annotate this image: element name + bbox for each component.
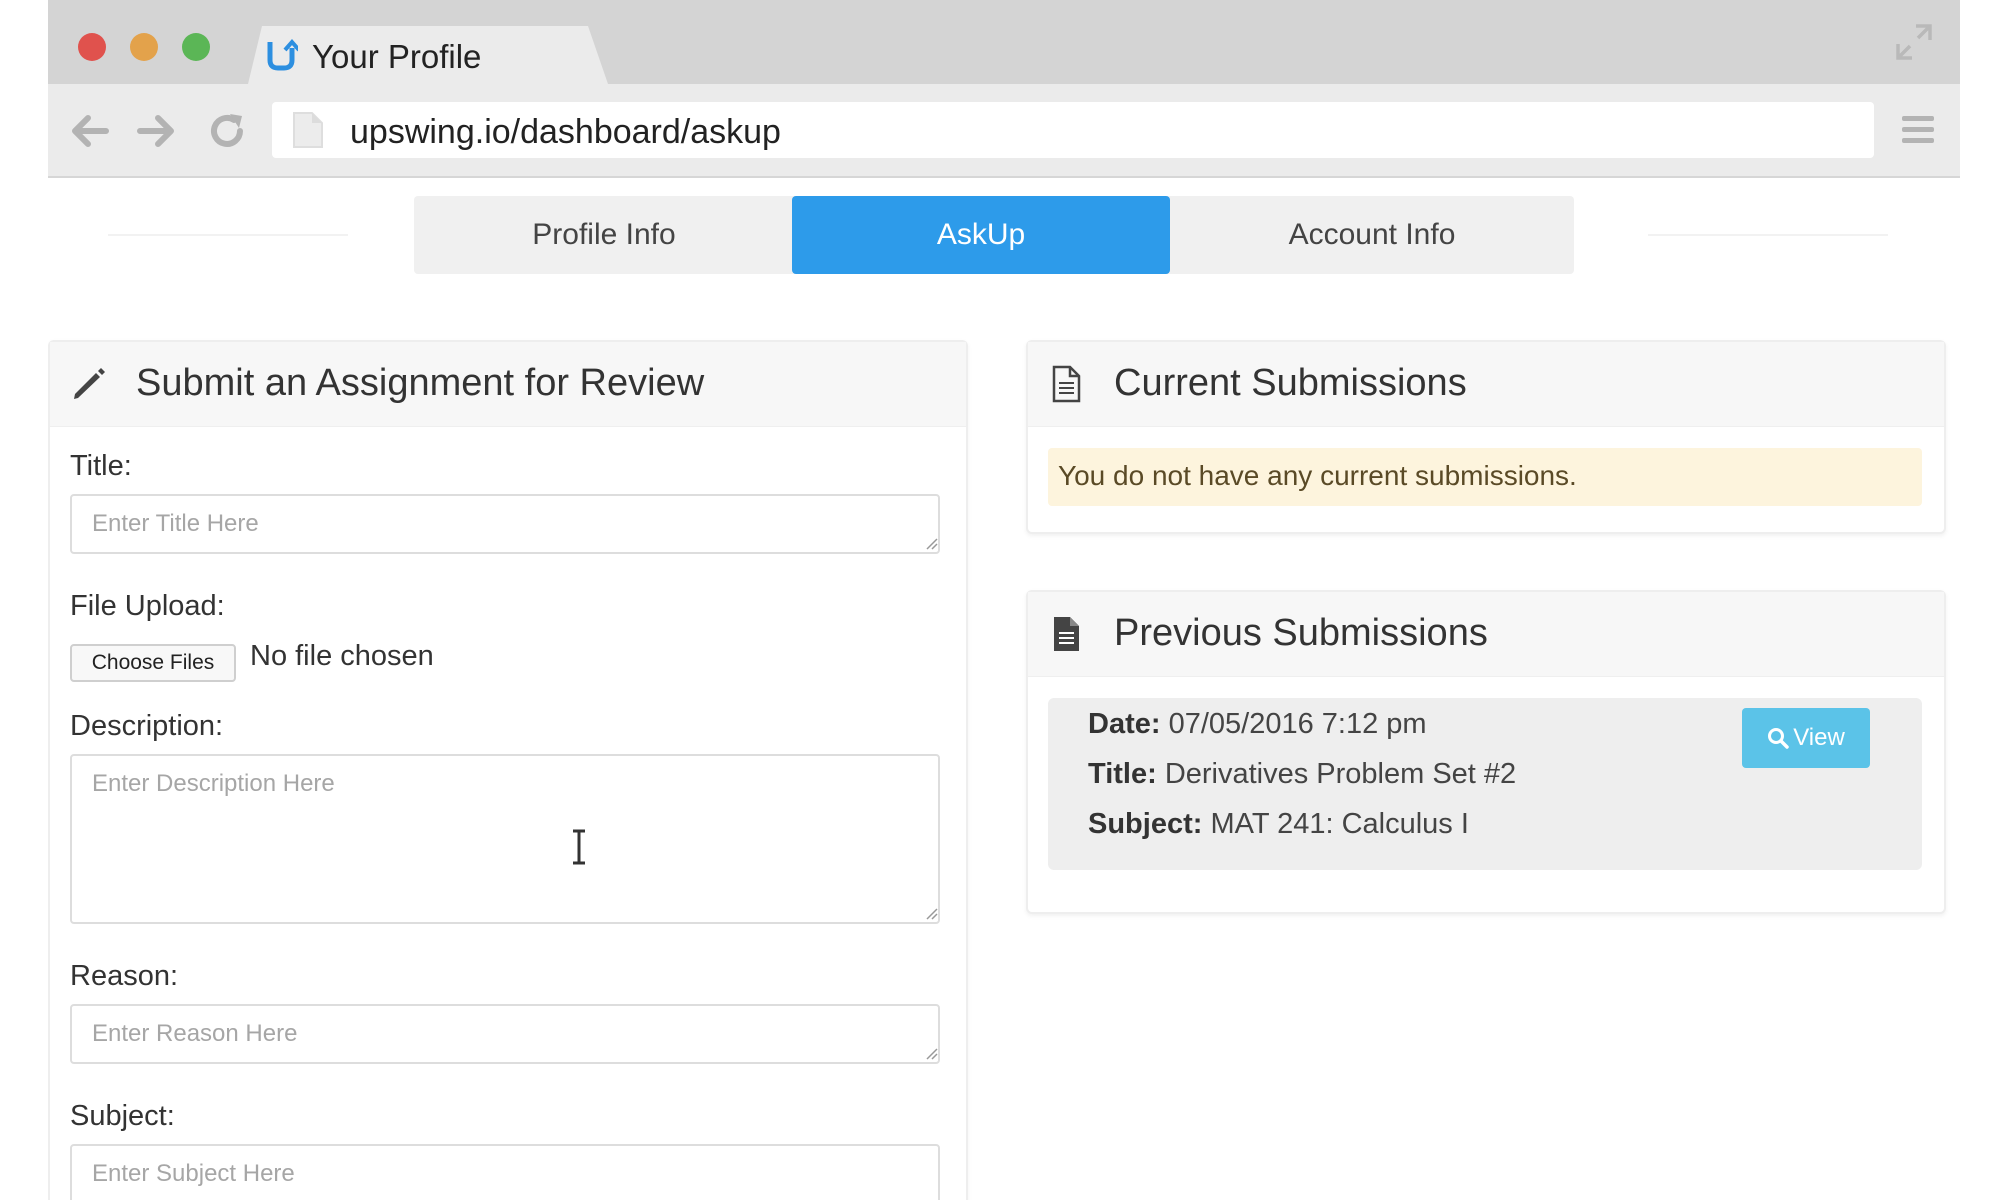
page-icon [293,112,323,148]
file-status: No file chosen [250,640,434,672]
browser-titlebar: Your Profile [48,0,1960,84]
divider [108,234,348,236]
description-textarea[interactable] [70,754,940,924]
panel-header: Submit an Assignment for Review [50,342,966,427]
address-bar[interactable]: upswing.io/dashboard/askup [272,102,1874,158]
reload-icon[interactable] [206,110,248,152]
browser-tab[interactable]: Your Profile [248,26,608,84]
tab-askup[interactable]: AskUp [792,196,1170,274]
document-filled-icon [1054,617,1079,651]
submission-title: Title: Derivatives Problem Set #2 [1088,758,1516,791]
upswing-logo-icon [267,38,298,71]
profile-tabs: Profile Info AskUp Account Info [414,196,1574,274]
alert-message: You do not have any current submissions. [1058,460,1577,491]
title-input[interactable] [70,494,940,554]
tab-account-info[interactable]: Account Info [1170,196,1574,274]
reason-label: Reason: [70,960,179,992]
reason-input[interactable] [70,1004,940,1064]
divider [1648,234,1888,236]
subject-label: Subject: [1088,808,1203,840]
back-arrow-icon[interactable] [68,110,110,152]
maximize-window-button[interactable] [182,33,210,61]
subject-label: Subject: [70,1100,175,1132]
submission-card: Date: 07/05/2016 7:12 pm Title: Derivati… [1048,698,1922,870]
empty-submissions-alert: You do not have any current submissions. [1048,448,1922,506]
subject-value: MAT 241: Calculus I [1210,808,1469,840]
page-content: Profile Info AskUp Account Info Submit a… [48,178,1960,1200]
panel-header: Previous Submissions [1028,592,1944,677]
previous-submissions-panel: Previous Submissions Date: 07/05/2016 7:… [1026,590,1946,914]
panel-title: Current Submissions [1114,362,1467,404]
title-label: Title: [1088,758,1157,790]
panel-header: Current Submissions [1028,342,1944,427]
submit-assignment-panel: Submit an Assignment for Review Title: F… [48,340,968,1200]
search-icon [1768,728,1789,749]
submission-subject: Subject: MAT 241: Calculus I [1088,808,1469,841]
file-upload-label: File Upload: [70,590,225,622]
browser-window: Your Profile upswing.io/dashboard/askup [48,0,1960,1200]
browser-toolbar: upswing.io/dashboard/askup [48,84,1960,178]
fullscreen-expand-icon[interactable] [1894,22,1934,62]
tab-profile-info[interactable]: Profile Info [414,196,794,274]
choose-files-button[interactable]: Choose Files [70,644,236,682]
subject-input[interactable] [70,1144,940,1200]
minimize-window-button[interactable] [130,33,158,61]
url-text: upswing.io/dashboard/askup [350,113,781,151]
view-label: View [1793,724,1845,751]
date-value: 07/05/2016 7:12 pm [1168,708,1427,740]
current-submissions-panel: Current Submissions You do not have any … [1026,340,1946,534]
forward-arrow-icon[interactable] [136,110,178,152]
date-label: Date: [1088,708,1161,740]
panel-title: Previous Submissions [1114,612,1488,654]
hamburger-menu-icon[interactable] [1900,112,1936,148]
document-outline-icon [1052,365,1081,403]
pencil-icon [74,368,105,399]
text-cursor-icon [573,829,585,865]
title-label: Title: [70,450,132,482]
view-submission-button[interactable]: View [1742,708,1870,768]
submission-date: Date: 07/05/2016 7:12 pm [1088,708,1427,741]
close-window-button[interactable] [78,33,106,61]
description-label: Description: [70,710,224,742]
title-value: Derivatives Problem Set #2 [1164,758,1517,790]
panel-title: Submit an Assignment for Review [136,362,705,404]
tab-title: Your Profile [312,38,482,75]
